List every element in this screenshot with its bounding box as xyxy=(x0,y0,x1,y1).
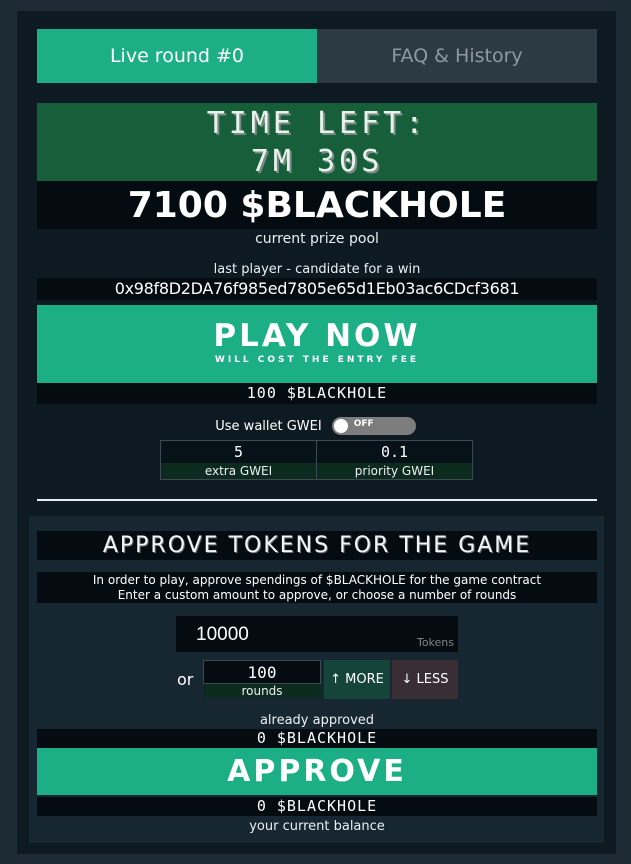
approve-instruction-line-2: Enter a custom amount to approve, or cho… xyxy=(117,588,517,602)
extra-gwei-label: extra GWEI xyxy=(161,463,316,479)
approve-title: APPROVE TOKENS FOR THE GAME xyxy=(37,531,597,560)
prize-pool-caption: current prize pool xyxy=(255,231,379,247)
rounds-label: rounds xyxy=(203,684,321,698)
tab-faq-history[interactable]: FAQ & History xyxy=(317,29,597,83)
last-player-address: 0x98f8D2DA76f985ed7805e65d1Eb03ac6CDcf36… xyxy=(37,278,597,300)
wallet-gwei-label: Use wallet GWEI xyxy=(215,418,322,434)
time-left-panel: TIME LEFT: 7M 30S xyxy=(37,103,597,181)
balance-value: 0 $BLACKHOLE xyxy=(37,797,597,816)
toggle-state: OFF xyxy=(353,419,374,429)
play-now-sublabel: WILL COST THE ENTRY FEE xyxy=(214,355,420,365)
token-unit-label: Tokens xyxy=(416,636,454,649)
approve-button[interactable]: APPROVE xyxy=(37,748,597,795)
entry-fee: 100 $BLACKHOLE xyxy=(37,383,597,404)
balance-caption: your current balance xyxy=(249,819,385,834)
approve-instructions: In order to play, approve spendings of $… xyxy=(37,572,597,603)
tab-live-round[interactable]: Live round #0 xyxy=(37,29,317,83)
extra-gwei-box: extra GWEI xyxy=(160,440,317,480)
rounds-box: rounds xyxy=(203,660,321,698)
priority-gwei-input[interactable] xyxy=(317,441,472,463)
less-rounds-button[interactable]: ↓ LESS xyxy=(392,660,458,699)
token-amount-input[interactable] xyxy=(196,624,396,646)
time-left-label: TIME LEFT: xyxy=(206,106,428,141)
tab-bar: Live round #0 FAQ & History xyxy=(37,29,597,83)
more-rounds-button[interactable]: ↑ MORE xyxy=(324,660,390,699)
rounds-input[interactable] xyxy=(203,660,321,684)
wallet-gwei-toggle[interactable]: OFF xyxy=(331,417,416,435)
priority-gwei-box: priority GWEI xyxy=(316,440,473,480)
already-approved-value: 0 $BLACKHOLE xyxy=(37,729,597,748)
section-divider xyxy=(37,499,597,501)
wallet-gwei-row: Use wallet GWEI OFF xyxy=(0,417,631,435)
prize-pool-amount: 7100 $BLACKHOLE xyxy=(37,181,597,229)
last-player-caption: last player - candidate for a win xyxy=(213,262,421,277)
play-now-label: PLAY NOW xyxy=(213,318,421,354)
play-now-button[interactable]: PLAY NOW WILL COST THE ENTRY FEE xyxy=(37,305,597,383)
approve-instruction-line-1: In order to play, approve spendings of $… xyxy=(92,573,542,587)
or-label: or xyxy=(177,670,194,689)
time-left-value: 7M 30S xyxy=(250,144,384,179)
toggle-knob xyxy=(333,419,348,433)
priority-gwei-label: priority GWEI xyxy=(317,463,472,479)
token-amount-box: Tokens xyxy=(175,615,459,653)
already-approved-caption: already approved xyxy=(259,713,375,728)
extra-gwei-input[interactable] xyxy=(161,441,316,463)
